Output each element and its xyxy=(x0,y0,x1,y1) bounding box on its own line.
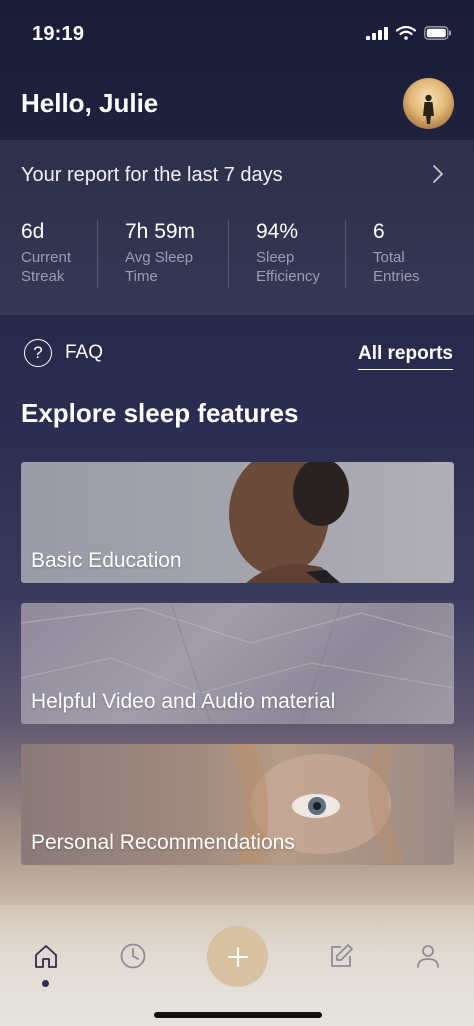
explore-section-title: Explore sleep features xyxy=(21,398,299,428)
status-time: 19:19 xyxy=(32,23,85,45)
chevron-right-icon[interactable] xyxy=(432,164,444,189)
stat-efficiency: 94% Sleep Efficiency xyxy=(256,220,328,286)
signal-icon xyxy=(366,26,388,45)
feature-card-label: Helpful Video and Audio material xyxy=(31,690,336,713)
tab-history[interactable] xyxy=(118,941,148,971)
stat-label: Avg Sleep Time xyxy=(125,249,194,285)
avatar-silhouette-icon xyxy=(423,94,434,124)
add-entry-button[interactable] xyxy=(207,926,268,987)
weekly-report-card[interactable]: Your report for the last 7 days 6d Curre… xyxy=(0,140,474,315)
faq-label: FAQ xyxy=(65,342,104,363)
faq-link[interactable]: ? FAQ xyxy=(24,339,103,367)
stat-sleep-time: 7h 59m Avg Sleep Time xyxy=(125,220,205,286)
stat-value: 6 xyxy=(373,220,385,243)
stat-value: 7h 59m xyxy=(125,220,196,243)
feature-card-video-audio[interactable]: Helpful Video and Audio material xyxy=(21,603,454,724)
profile-icon xyxy=(417,945,439,968)
feature-card-label: Basic Education xyxy=(31,549,182,572)
stat-value: 94% xyxy=(256,220,299,243)
active-tab-indicator xyxy=(42,980,49,987)
tab-profile[interactable] xyxy=(413,941,443,971)
wifi-icon xyxy=(395,25,417,45)
tab-journal[interactable] xyxy=(326,941,356,971)
stat-streak: 6d Current Streak xyxy=(21,220,81,286)
battery-icon xyxy=(424,26,452,45)
stat-divider xyxy=(345,220,346,288)
report-title: Your report for the last 7 days xyxy=(21,164,283,186)
stat-divider xyxy=(97,220,98,288)
profile-avatar[interactable] xyxy=(403,78,454,129)
report-stats: 6d Current Streak 7h 59m Avg Sleep Time … xyxy=(0,220,474,290)
stat-label: Total Entries xyxy=(373,249,420,285)
all-reports-link[interactable]: All reports xyxy=(357,343,453,370)
feature-card-basic-education[interactable]: Basic Education xyxy=(21,462,454,583)
status-bar: 19:19 xyxy=(0,0,474,70)
stat-value: 6d xyxy=(21,220,45,243)
bottom-tab-bar xyxy=(0,905,474,1026)
status-icons xyxy=(366,25,452,45)
edit-icon xyxy=(331,944,353,967)
home-indicator xyxy=(154,1012,322,1018)
stat-label: Current Streak xyxy=(21,249,72,285)
question-icon: ? xyxy=(24,339,52,367)
clock-icon xyxy=(120,943,146,969)
plus-icon xyxy=(227,946,248,967)
greeting-title: Hello, Julie xyxy=(21,88,159,118)
stat-divider xyxy=(228,220,229,288)
tab-home[interactable] xyxy=(31,941,61,971)
stat-entries: 6 Total Entries xyxy=(373,220,423,286)
stat-label: Sleep Efficiency xyxy=(256,249,320,285)
feature-card-recommendations[interactable]: Personal Recommendations xyxy=(21,744,454,865)
home-icon xyxy=(35,945,57,968)
feature-card-label: Personal Recommendations xyxy=(31,831,295,854)
